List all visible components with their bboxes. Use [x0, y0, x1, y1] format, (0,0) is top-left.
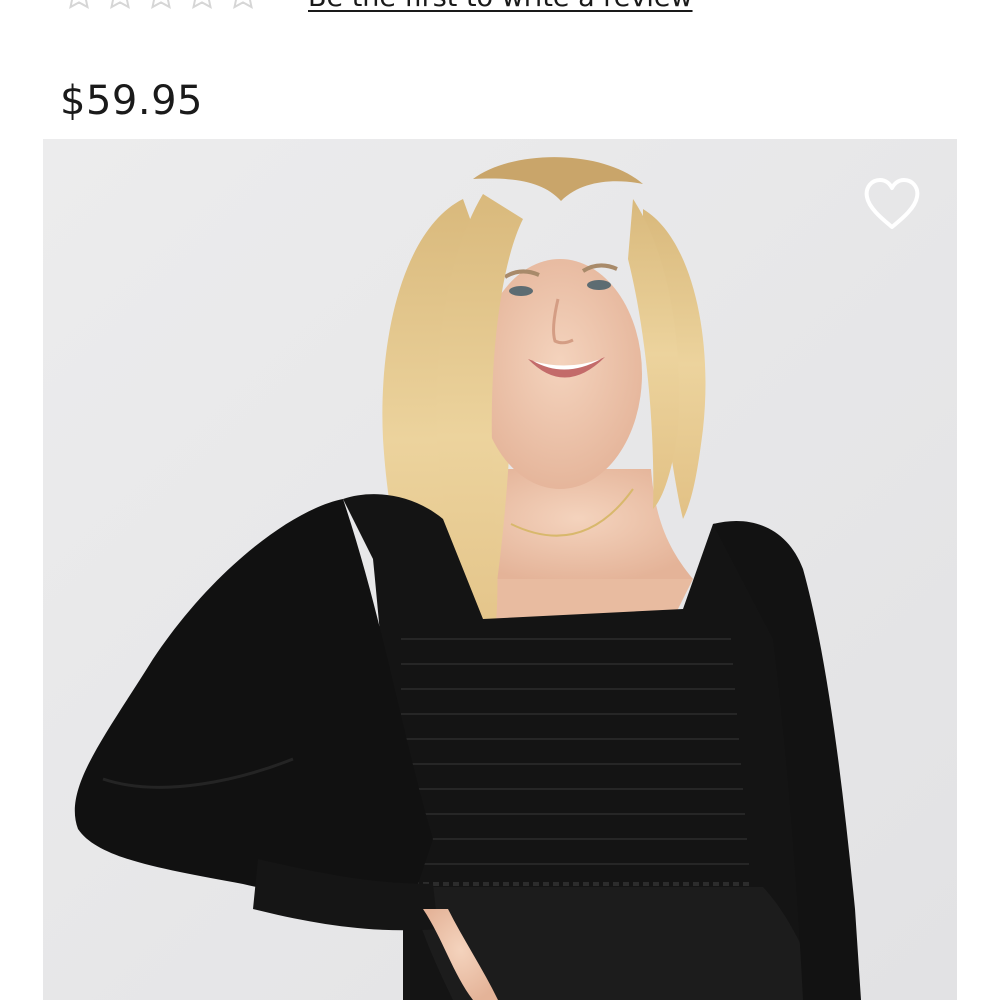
star-icon — [110, 0, 130, 9]
wishlist-button[interactable] — [863, 177, 921, 231]
star-icon — [151, 0, 171, 9]
star-rating[interactable] — [62, 0, 260, 12]
model-photo — [43, 139, 957, 1000]
heart-outline-icon — [864, 178, 920, 229]
product-price: $59.95 — [60, 78, 203, 124]
star-icon — [69, 0, 89, 9]
product-page: Be the first to write a review $59.95 — [0, 0, 1000, 1000]
star-icon — [233, 0, 253, 9]
rating-row — [62, 0, 260, 12]
right-gutter — [988, 0, 1000, 1000]
product-image[interactable] — [43, 139, 957, 1000]
star-icon — [192, 0, 212, 9]
write-review-link[interactable]: Be the first to write a review — [308, 0, 693, 13]
